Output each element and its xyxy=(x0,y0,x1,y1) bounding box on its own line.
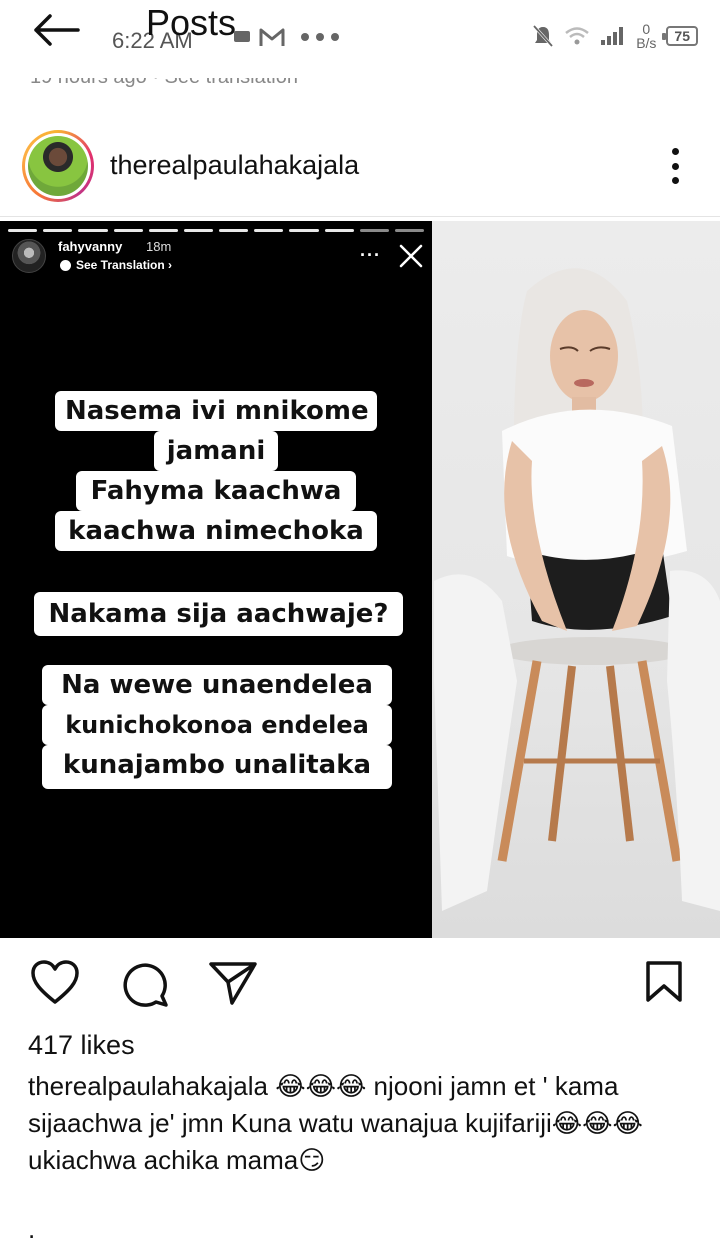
story-text-line: kunajambo unalitaka xyxy=(42,745,392,789)
story-avatar xyxy=(12,239,46,273)
story-screenshot: fahyvanny 18m See Translation › ··· Nase… xyxy=(0,221,432,938)
story-username: fahyvanny xyxy=(58,239,123,254)
signal-icon xyxy=(601,27,624,45)
post-caption: therealpaulahakajala 😂😂😂 njooni jamn et … xyxy=(28,1068,688,1179)
net-speed-unit: B/s xyxy=(636,35,657,51)
notification-icons xyxy=(206,26,340,48)
post-image[interactable]: fahyvanny 18m See Translation › ··· Nase… xyxy=(0,221,720,938)
message-icon xyxy=(234,31,250,42)
share-send-icon[interactable] xyxy=(208,960,258,1006)
more-dots-icon xyxy=(301,33,339,41)
story-progress xyxy=(8,229,425,232)
gmail-icon xyxy=(259,28,285,46)
system-status: 0 B/s 75 xyxy=(532,22,698,50)
divider xyxy=(0,216,720,217)
wifi-icon xyxy=(565,27,589,45)
mute-icon xyxy=(533,24,554,48)
close-icon xyxy=(399,244,423,268)
story-text-line: kaachwa nimechoka xyxy=(55,511,377,551)
story-more-icon: ··· xyxy=(360,245,381,265)
save-bookmark-icon[interactable] xyxy=(644,960,684,1004)
like-heart-icon[interactable] xyxy=(30,960,80,1006)
caption-footer: . xyxy=(28,1214,36,1244)
faded-timestamp: 19 hours ago · See translation xyxy=(30,66,298,88)
globe-icon xyxy=(60,259,71,271)
likes-count[interactable]: 417 likes xyxy=(28,1030,135,1061)
story-text-line: Nakama sija aachwaje? xyxy=(34,592,403,636)
story-time: 18m xyxy=(146,239,172,254)
post-username[interactable]: therealpaulahakajala xyxy=(110,150,359,181)
more-options-button[interactable] xyxy=(660,148,690,184)
net-speed-value: 0 xyxy=(642,21,651,37)
story-text-line: jamani xyxy=(154,431,278,471)
portrait-illustration xyxy=(434,268,720,911)
battery-icon: 75 xyxy=(662,26,698,46)
back-arrow-icon xyxy=(34,14,80,46)
avatar[interactable] xyxy=(22,130,94,202)
action-bar xyxy=(0,950,720,1020)
story-text-line: Fahyma kaachwa xyxy=(76,471,356,511)
post-header: therealpaulahakajala xyxy=(0,122,720,212)
top-bar: 19 hours ago · See translation 6:22 AM P… xyxy=(0,0,720,88)
net-speed: 0 B/s xyxy=(636,22,656,50)
portrait-photo xyxy=(432,221,720,938)
comment-icon[interactable] xyxy=(120,960,170,1008)
back-button[interactable] xyxy=(30,10,82,50)
story-text-line: kunichokonoa endelea xyxy=(42,705,392,745)
story-translation-label: See Translation › xyxy=(76,258,173,272)
story-text-line: Nasema ivi mnikome xyxy=(55,391,377,431)
story-translation: See Translation › xyxy=(60,258,172,272)
story-text-line: Na wewe unaendelea xyxy=(42,665,392,705)
caption-username[interactable]: therealpaulahakajala xyxy=(28,1071,268,1101)
avatar-image xyxy=(28,136,88,196)
